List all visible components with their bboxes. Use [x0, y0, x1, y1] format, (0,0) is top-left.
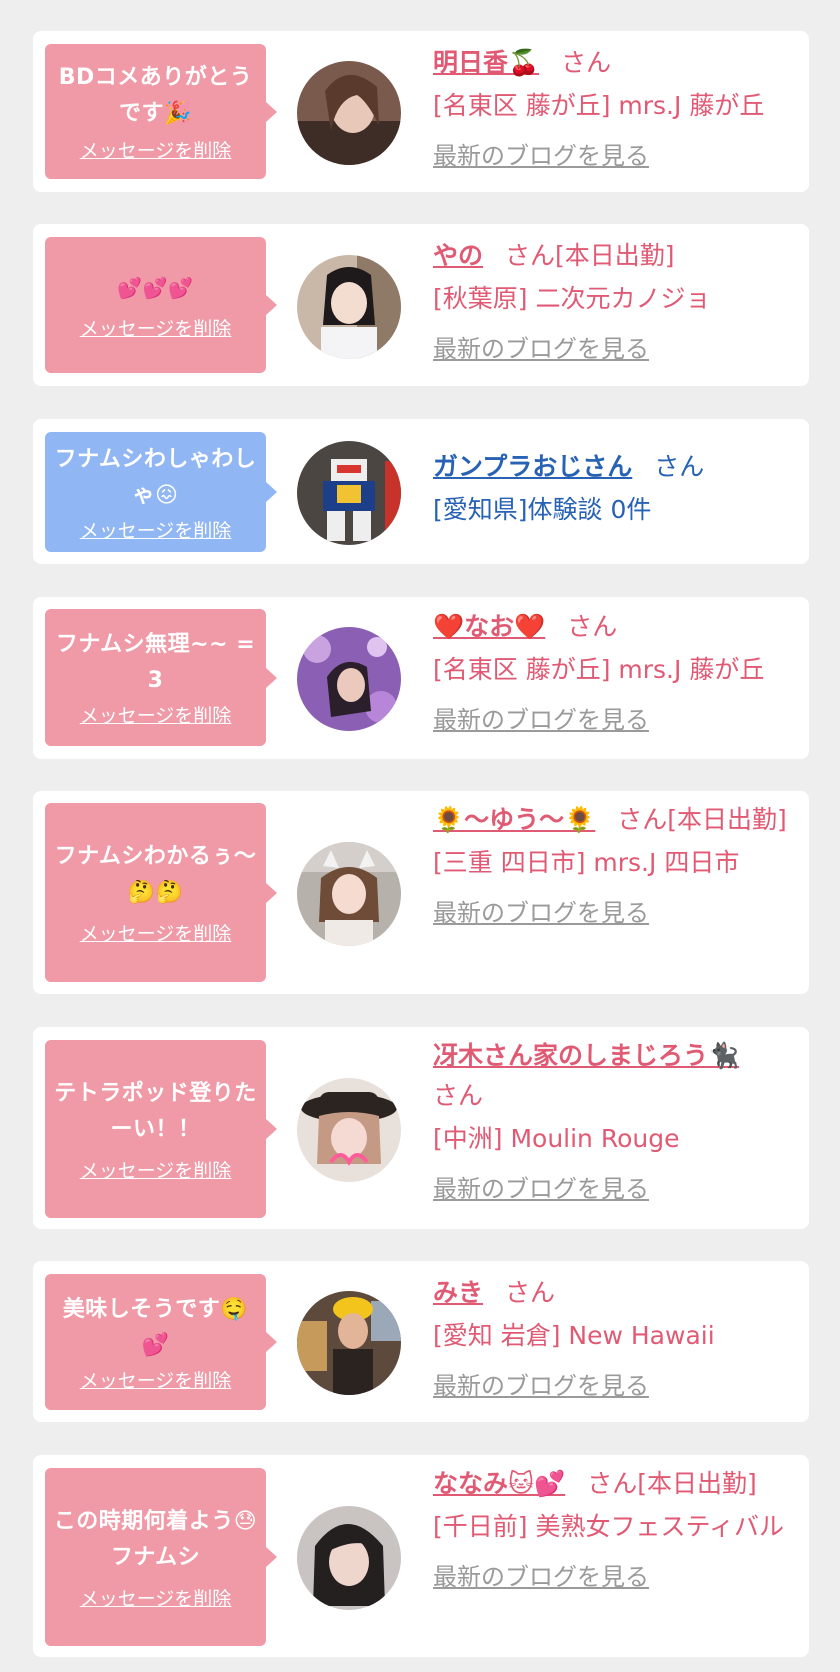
message-card: BDコメありがとうです🎉 メッセージを削除 明日香🍒 さん [名東区 藤が丘] m…: [33, 31, 809, 192]
user-name-link[interactable]: ななみ🐱💕: [433, 1469, 565, 1498]
avatar[interactable]: [297, 1506, 401, 1610]
shop-info: [愛知県]体験談 0件: [433, 495, 652, 524]
avatar[interactable]: [297, 441, 401, 545]
user-name-link[interactable]: 明日香🍒: [433, 48, 539, 77]
user-info: やの さん[本日出勤] [秋葉原] 二次元カノジョ 最新のブログを見る: [433, 236, 793, 367]
message-card: フナムシ無理~~ =3 メッセージを削除 ❤️なお❤️ さん [名東区 藤が丘] …: [33, 597, 809, 759]
avatar[interactable]: [297, 842, 401, 946]
message-card: テトラポッド登りたーい！！ メッセージを削除 冴木さん家のしまじろう🐈‍⬛ さん …: [33, 1027, 809, 1229]
shop-info: [名東区 藤が丘] mrs.J 藤が丘: [433, 655, 765, 684]
user-info: みき さん [愛知 岩倉] New Hawaii 最新のブログを見る: [433, 1273, 793, 1404]
shop-info: [秋葉原] 二次元カノジョ: [433, 284, 711, 313]
user-suffix: さん: [561, 48, 612, 77]
shop-info: [中洲] Moulin Rouge: [433, 1124, 680, 1153]
avatar[interactable]: [297, 1078, 401, 1182]
message-text: 💕💕💕: [117, 275, 194, 300]
avatar[interactable]: [297, 627, 401, 731]
message-card: フナムシわかるぅ〜🤔🤔 メッセージを削除 🌻〜ゆう〜🌻 さん[本日出勤] [三重 …: [33, 791, 809, 994]
latest-blog-link[interactable]: 最新のブログを見る: [433, 1368, 649, 1404]
user-name-link[interactable]: みき: [433, 1278, 483, 1307]
user-info: 🌻〜ゆう〜🌻 さん[本日出勤] [三重 四日市] mrs.J 四日市 最新のブログ…: [433, 800, 793, 931]
avatar-photo-icon: [297, 61, 401, 165]
avatar-photo-icon: [297, 1506, 401, 1610]
delete-message-link[interactable]: メッセージを削除: [80, 1156, 232, 1183]
message-bubble: テトラポッド登りたーい！！ メッセージを削除: [45, 1040, 277, 1218]
message-text: この時期何着よう😓フナムシ: [53, 1508, 258, 1570]
message-bubble: フナムシ無理~~ =3 メッセージを削除: [45, 609, 277, 746]
message-card: フナムシわしゃわしゃ😖 メッセージを削除 ガンプラおじさん さん [愛知県]体験談…: [33, 419, 809, 564]
avatar[interactable]: [297, 255, 401, 359]
user-suffix: さん: [567, 612, 618, 641]
avatar-photo-icon: [297, 255, 401, 359]
message-card: 💕💕💕 メッセージを削除 やの さん[本日出勤] [秋葉原] 二次元カノジョ 最新…: [33, 224, 809, 386]
message-card: この時期何着よう😓フナムシ メッセージを削除 ななみ🐱💕 さん[本日出勤] [千日…: [33, 1455, 809, 1657]
avatar-photo-icon: [297, 627, 401, 731]
user-suffix: さん: [505, 1278, 556, 1307]
user-suffix: さん: [654, 452, 705, 481]
delete-message-link[interactable]: メッセージを削除: [80, 314, 232, 341]
avatar-photo-icon: [297, 1078, 401, 1182]
message-bubble: フナムシわかるぅ〜🤔🤔 メッセージを削除: [45, 803, 277, 982]
delete-message-link[interactable]: メッセージを削除: [80, 1584, 232, 1611]
user-info: ガンプラおじさん さん [愛知県]体験談 0件: [433, 447, 793, 530]
message-bubble: この時期何着よう😓フナムシ メッセージを削除: [45, 1468, 277, 1646]
shop-info: [千日前] 美熟女フェスティバル: [433, 1512, 784, 1541]
message-bubble: 美味しそうです🤤💕 メッセージを削除: [45, 1274, 277, 1410]
user-name-link[interactable]: ❤️なお❤️: [433, 612, 545, 641]
message-text: テトラポッド登りたーい！！: [54, 1080, 257, 1142]
avatar-photo-icon: [297, 1291, 401, 1395]
latest-blog-link[interactable]: 最新のブログを見る: [433, 702, 649, 738]
user-info: ❤️なお❤️ さん [名東区 藤が丘] mrs.J 藤が丘 最新のブログを見る: [433, 607, 793, 738]
avatar-photo-icon: [297, 842, 401, 946]
user-info: ななみ🐱💕 さん[本日出勤] [千日前] 美熟女フェスティバル 最新のブログを見る: [433, 1464, 793, 1595]
user-name-link[interactable]: 冴木さん家のしまじろう🐈‍⬛: [433, 1041, 739, 1070]
user-suffix: さん[本日出勤]: [505, 241, 675, 270]
latest-blog-link[interactable]: 最新のブログを見る: [433, 895, 649, 931]
latest-blog-link[interactable]: 最新のブログを見る: [433, 331, 649, 367]
user-info: 明日香🍒 さん [名東区 藤が丘] mrs.J 藤が丘 最新のブログを見る: [433, 43, 793, 174]
message-bubble: BDコメありがとうです🎉 メッセージを削除: [45, 44, 277, 179]
avatar-photo-icon: [297, 441, 401, 545]
shop-info: [三重 四日市] mrs.J 四日市: [433, 848, 740, 877]
user-info: 冴木さん家のしまじろう🐈‍⬛ さん [中洲] Moulin Rouge 最新のブロ…: [433, 1036, 793, 1207]
delete-message-link[interactable]: メッセージを削除: [80, 516, 232, 543]
delete-message-link[interactable]: メッセージを削除: [80, 1366, 232, 1393]
message-bubble: 💕💕💕 メッセージを削除: [45, 237, 277, 373]
avatar[interactable]: [297, 61, 401, 165]
message-text: BDコメありがとうです🎉: [58, 65, 253, 126]
shop-info: [愛知 岩倉] New Hawaii: [433, 1321, 715, 1350]
user-name-link[interactable]: やの: [433, 241, 483, 270]
user-suffix: さん[本日出勤]: [587, 1469, 757, 1498]
delete-message-link[interactable]: メッセージを削除: [80, 136, 232, 163]
message-text: フナムシわしゃわしゃ😖: [54, 446, 257, 508]
message-text: 美味しそうです🤤💕: [62, 1296, 249, 1358]
user-suffix: さん[本日出勤]: [617, 805, 787, 834]
user-suffix: さん: [433, 1081, 484, 1110]
message-text: フナムシ無理~~ =3: [55, 632, 256, 693]
latest-blog-link[interactable]: 最新のブログを見る: [433, 1559, 649, 1595]
user-name-link[interactable]: ガンプラおじさん: [433, 452, 632, 481]
delete-message-link[interactable]: メッセージを削除: [80, 701, 232, 728]
latest-blog-link[interactable]: 最新のブログを見る: [433, 138, 649, 174]
shop-info: [名東区 藤が丘] mrs.J 藤が丘: [433, 91, 765, 120]
message-bubble: フナムシわしゃわしゃ😖 メッセージを削除: [45, 432, 277, 552]
message-card: 美味しそうです🤤💕 メッセージを削除 みき さん [愛知 岩倉] New Hawa…: [33, 1261, 809, 1422]
user-name-link[interactable]: 🌻〜ゆう〜🌻: [433, 805, 595, 834]
avatar[interactable]: [297, 1291, 401, 1395]
message-text: フナムシわかるぅ〜🤔🤔: [54, 844, 257, 905]
latest-blog-link[interactable]: 最新のブログを見る: [433, 1171, 649, 1207]
delete-message-link[interactable]: メッセージを削除: [80, 919, 232, 946]
